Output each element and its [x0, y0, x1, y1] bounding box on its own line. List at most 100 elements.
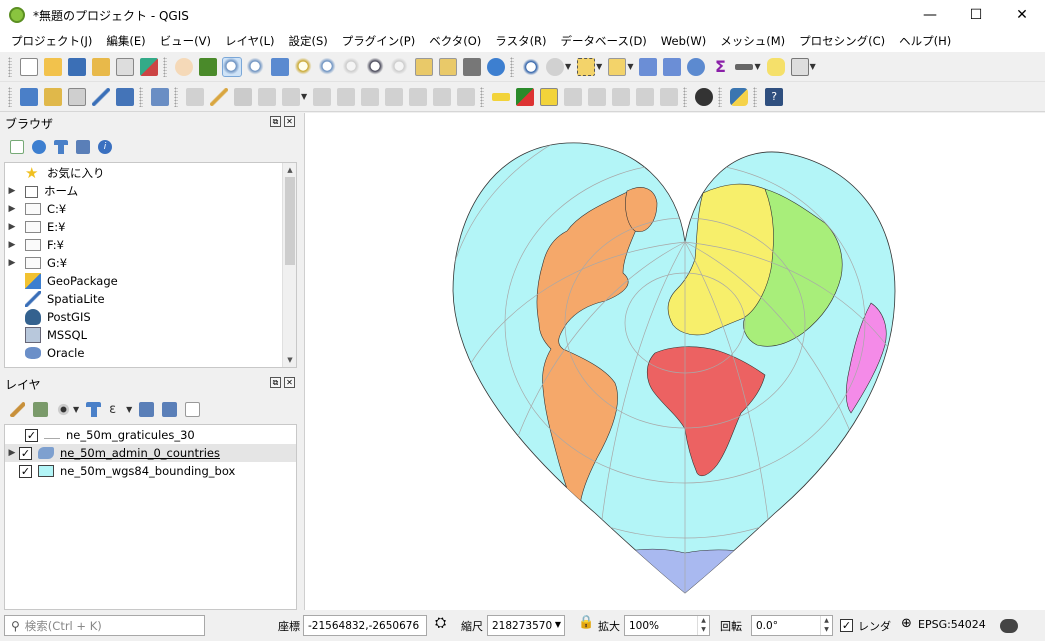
attribute-table-icon[interactable]: [639, 57, 658, 76]
new-bookmark-icon[interactable]: [415, 57, 433, 76]
toolbar-grip[interactable]: [753, 86, 758, 107]
show-hide-labels-icon[interactable]: [564, 87, 583, 106]
move-label-icon[interactable]: [588, 87, 607, 106]
toolbar-grip[interactable]: [510, 56, 514, 77]
expression-filter-icon[interactable]: ε: [109, 402, 124, 417]
list-item[interactable]: ▶ E:¥: [5, 218, 285, 236]
field-calculator-icon[interactable]: [663, 57, 682, 76]
collapse-all-icon[interactable]: [162, 401, 178, 417]
toolbar-grip[interactable]: [8, 86, 12, 107]
filter-icon[interactable]: [54, 140, 68, 154]
layer-row[interactable]: ✓ ne_50m_wgs84_bounding_box: [5, 462, 296, 480]
toolbar-grip[interactable]: [718, 86, 723, 107]
menu-database[interactable]: データベース(D): [554, 33, 654, 49]
zoom-full-icon[interactable]: [271, 57, 289, 76]
menu-plugins[interactable]: プラグイン(P): [335, 33, 422, 49]
expand-arrow-icon[interactable]: ▶: [5, 222, 19, 232]
layer-row[interactable]: ✓ ne_50m_graticules_30: [5, 426, 296, 444]
chevron-down-icon[interactable]: ▼: [301, 92, 307, 101]
menu-project[interactable]: プロジェクト(J): [4, 33, 99, 49]
toolbar-grip[interactable]: [683, 86, 688, 107]
vertex-tool-icon[interactable]: [282, 87, 300, 106]
open-project-icon[interactable]: [44, 57, 62, 76]
data-source-manager-icon[interactable]: [20, 87, 38, 106]
lock-scale-icon[interactable]: 🔒: [578, 615, 594, 630]
gear-icon[interactable]: [687, 57, 706, 76]
label-properties-icon[interactable]: [660, 87, 679, 106]
menu-help[interactable]: ヘルプ(H): [892, 33, 958, 49]
new-project-icon[interactable]: [20, 57, 38, 76]
undo-icon[interactable]: [433, 87, 452, 106]
info-icon[interactable]: i: [98, 140, 112, 154]
locator-search-input[interactable]: ⚲ 検索(Ctrl + K): [4, 615, 205, 636]
measure-icon[interactable]: [735, 63, 754, 70]
browser-scrollbar[interactable]: ▲ ▼: [282, 163, 296, 367]
list-item[interactable]: ★ お気に入り: [5, 164, 285, 182]
list-item[interactable]: SpatiaLite: [5, 290, 285, 308]
chevron-down-icon[interactable]: ▼: [596, 62, 602, 71]
close-panel-icon[interactable]: ✕: [284, 116, 295, 127]
toolbar-grip[interactable]: [480, 86, 485, 107]
chevron-down-icon[interactable]: ▼: [810, 62, 816, 71]
list-item[interactable]: ▶ ホーム: [5, 182, 285, 200]
new-spatialite-icon[interactable]: [92, 87, 110, 106]
list-item[interactable]: GeoPackage: [5, 272, 285, 290]
menu-web[interactable]: Web(W): [654, 34, 713, 48]
crs-button[interactable]: EPSG:54024: [918, 618, 986, 631]
menu-edit[interactable]: 編集(E): [99, 33, 152, 49]
deselect-icon[interactable]: [608, 57, 627, 76]
print-layout-icon[interactable]: [116, 57, 134, 76]
chevron-down-icon[interactable]: ▼: [754, 62, 760, 71]
add-group-icon[interactable]: [33, 401, 48, 417]
cut-features-icon[interactable]: [361, 87, 380, 106]
expand-arrow-icon[interactable]: ▶: [5, 186, 19, 196]
layer-row[interactable]: ▶ ✓ ne_50m_admin_0_countries: [5, 444, 296, 462]
statistics-sigma-icon[interactable]: Σ: [711, 57, 729, 76]
list-item[interactable]: PostGIS: [5, 308, 285, 326]
list-item[interactable]: ▶ G:¥: [5, 254, 285, 272]
save-as-icon[interactable]: [92, 57, 110, 76]
layers-tree[interactable]: ✓ ne_50m_graticules_30 ▶ ✓ ne_50m_admin_…: [4, 424, 297, 610]
toolbar-grip[interactable]: [163, 56, 167, 77]
spin-arrows-icon[interactable]: ▲ ▼: [697, 616, 709, 635]
expand-arrow-icon[interactable]: ▶: [5, 204, 19, 214]
delete-selected-icon[interactable]: [337, 87, 356, 106]
new-temporary-layer-icon[interactable]: [116, 87, 134, 106]
expand-all-icon[interactable]: [139, 401, 155, 417]
filter-legend-icon[interactable]: [86, 401, 102, 417]
copy-features-icon[interactable]: [385, 87, 404, 106]
chevron-down-icon[interactable]: ▼: [565, 62, 571, 71]
remove-layer-icon[interactable]: [185, 401, 201, 417]
menu-mesh[interactable]: メッシュ(M): [713, 33, 792, 49]
chevron-down-icon[interactable]: ▼: [627, 62, 633, 71]
new-shapefile-icon[interactable]: [68, 87, 86, 106]
menu-layer[interactable]: レイヤ(L): [218, 33, 282, 49]
browser-tree[interactable]: ★ お気に入り ▶ ホーム ▶ C:¥ ▶ E:¥ ▶ F:¥ ▶ G:¥ Ge…: [4, 162, 297, 368]
layer-visibility-checkbox[interactable]: ✓: [25, 428, 38, 442]
messages-icon[interactable]: [1000, 619, 1018, 633]
python-console-icon[interactable]: [730, 87, 749, 106]
zoom-in-icon[interactable]: [222, 56, 242, 77]
toolbar-grip[interactable]: [139, 86, 143, 107]
layer-visibility-checkbox[interactable]: ✓: [19, 446, 32, 460]
chevron-down-icon[interactable]: ▼: [126, 405, 132, 414]
change-label-icon[interactable]: [636, 87, 655, 106]
render-checkbox[interactable]: ✓: [840, 619, 853, 632]
minimize-button[interactable]: —: [907, 0, 953, 30]
add-selected-layers-icon[interactable]: [10, 140, 24, 154]
expand-arrow-icon[interactable]: ▶: [5, 240, 19, 250]
layer-labeling-icon[interactable]: [516, 87, 535, 106]
visibility-eye-icon[interactable]: [56, 401, 71, 417]
list-item[interactable]: Oracle: [5, 344, 285, 362]
pan-hand-icon[interactable]: [175, 57, 193, 76]
text-annotation-icon[interactable]: [790, 57, 809, 76]
style-panel-brush-icon[interactable]: [10, 401, 25, 417]
pin-labels-icon[interactable]: [540, 87, 559, 106]
run-action-icon[interactable]: [546, 57, 564, 76]
identify-icon[interactable]: [522, 57, 540, 76]
save-edits-icon[interactable]: [234, 87, 252, 106]
expand-arrow-icon[interactable]: ▶: [5, 448, 19, 458]
redo-icon[interactable]: [457, 87, 476, 106]
menu-settings[interactable]: 設定(S): [282, 33, 335, 49]
refresh-icon[interactable]: [487, 57, 505, 76]
